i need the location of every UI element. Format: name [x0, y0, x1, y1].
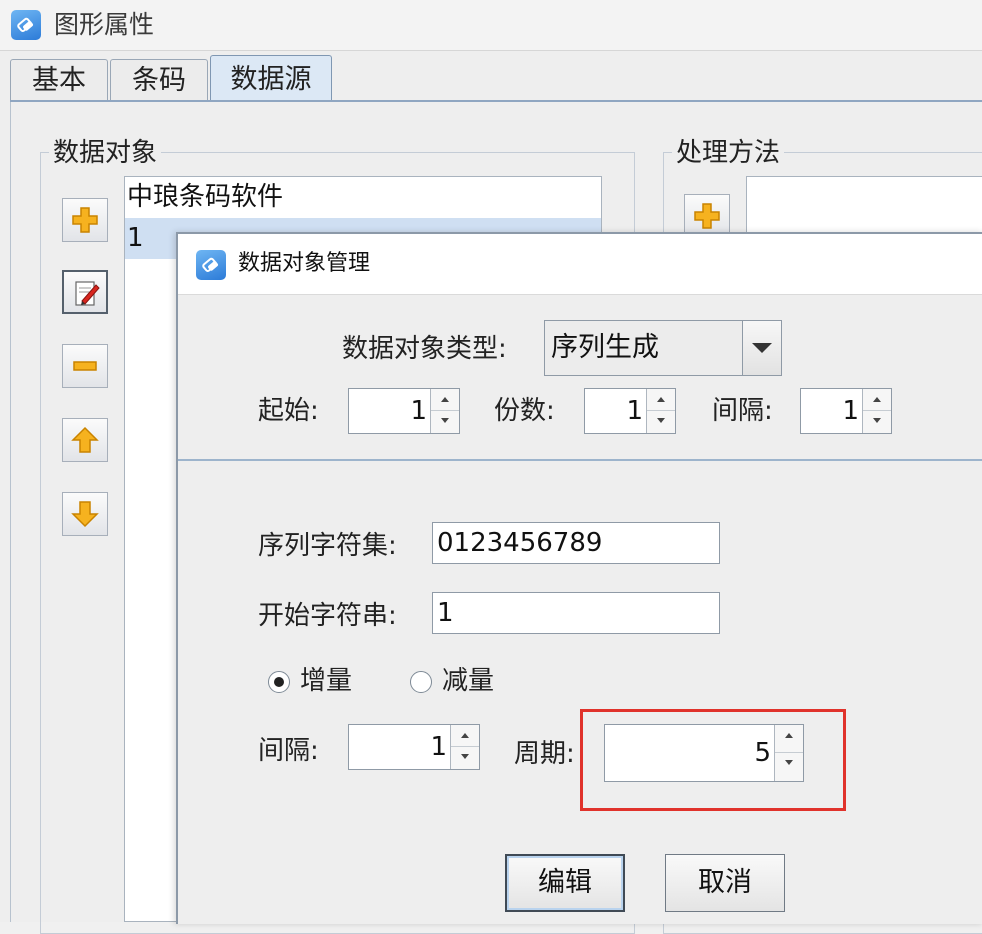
tab-basic[interactable]: 基本 [10, 59, 108, 101]
interval-spinner-buttons [862, 389, 891, 433]
step-interval-label: 间隔: [258, 736, 319, 766]
charset-label: 序列字符集: [258, 531, 397, 561]
start-string-label: 开始字符串: [258, 601, 397, 631]
dialog-titlebar: 数据对象管理 [178, 234, 982, 295]
add-icon [694, 203, 720, 229]
interval-value: 1 [842, 396, 859, 426]
copies-spinner[interactable]: 1 [584, 388, 676, 434]
data-object-manager-dialog: 数据对象管理 数据对象类型: 序列生成 起始: 1 份数: 1 间隔: 1 序列… [176, 232, 982, 924]
edit-button[interactable] [62, 270, 108, 314]
interval-label: 间隔: [712, 396, 773, 426]
remove-button[interactable] [62, 344, 108, 388]
graphic-properties-window: 图形属性 基本 条码 数据源 数据对象 中琅条码软件 1 处理方法 数据对象管理… [0, 0, 982, 934]
dialog-divider [178, 459, 982, 461]
add-icon [72, 207, 98, 233]
window-titlebar: 图形属性 [0, 0, 982, 51]
period-label: 周期: [514, 739, 575, 769]
decrement-radio[interactable] [410, 671, 432, 693]
data-object-type-value: 序列生成 [551, 332, 659, 363]
tab-strip: 基本 条码 数据源 [10, 55, 982, 102]
data-object-type-select[interactable]: 序列生成 [544, 320, 782, 376]
copies-label: 份数: [494, 396, 555, 426]
step-interval-spinner-buttons [450, 725, 479, 769]
copies-value: 1 [626, 396, 643, 426]
interval-spinner[interactable]: 1 [800, 388, 892, 434]
charset-field[interactable]: 0123456789 [432, 522, 720, 564]
data-object-group-title: 数据对象 [49, 137, 162, 169]
decrement-icon[interactable] [451, 747, 479, 768]
app-logo-icon [196, 250, 226, 280]
tab-barcode[interactable]: 条码 [110, 59, 208, 101]
app-logo-icon [11, 10, 41, 40]
increment-icon[interactable] [431, 389, 459, 411]
increment-radio[interactable] [268, 671, 290, 693]
processing-method-group-title: 处理方法 [672, 137, 785, 169]
data-object-type-label: 数据对象类型: [342, 334, 507, 364]
decrement-label[interactable]: 减量 [442, 664, 494, 698]
copies-spinner-buttons [646, 389, 675, 433]
increment-icon[interactable] [863, 389, 891, 411]
cancel-button[interactable]: 取消 [665, 854, 785, 912]
start-string-field[interactable]: 1 [432, 592, 720, 634]
arrow-up-icon [71, 426, 99, 453]
dialog-title: 数据对象管理 [238, 251, 371, 276]
processing-method-list[interactable] [746, 176, 982, 236]
chevron-down-icon[interactable] [742, 321, 781, 375]
move-up-button[interactable] [62, 418, 108, 462]
start-spinner[interactable]: 1 [348, 388, 460, 434]
start-label: 起始: [258, 396, 319, 426]
increment-label[interactable]: 增量 [300, 664, 352, 698]
period-highlight-box [580, 709, 846, 811]
window-title: 图形属性 [54, 10, 155, 39]
increment-icon[interactable] [647, 389, 675, 411]
list-item[interactable]: 中琅条码软件 [125, 177, 601, 218]
arrow-down-icon [71, 501, 99, 528]
step-interval-spinner[interactable]: 1 [348, 724, 480, 770]
move-down-button[interactable] [62, 492, 108, 536]
start-spinner-buttons [430, 389, 459, 433]
remove-icon [73, 361, 97, 371]
decrement-icon[interactable] [863, 411, 891, 432]
start-value: 1 [410, 396, 427, 426]
decrement-icon[interactable] [647, 411, 675, 432]
increment-icon[interactable] [451, 725, 479, 747]
edit-icon [75, 281, 100, 306]
edit-button[interactable]: 编辑 [505, 854, 625, 912]
add-button[interactable] [62, 198, 108, 242]
decrement-icon[interactable] [431, 411, 459, 432]
step-interval-value: 1 [430, 732, 447, 762]
tab-data-source[interactable]: 数据源 [210, 55, 332, 102]
